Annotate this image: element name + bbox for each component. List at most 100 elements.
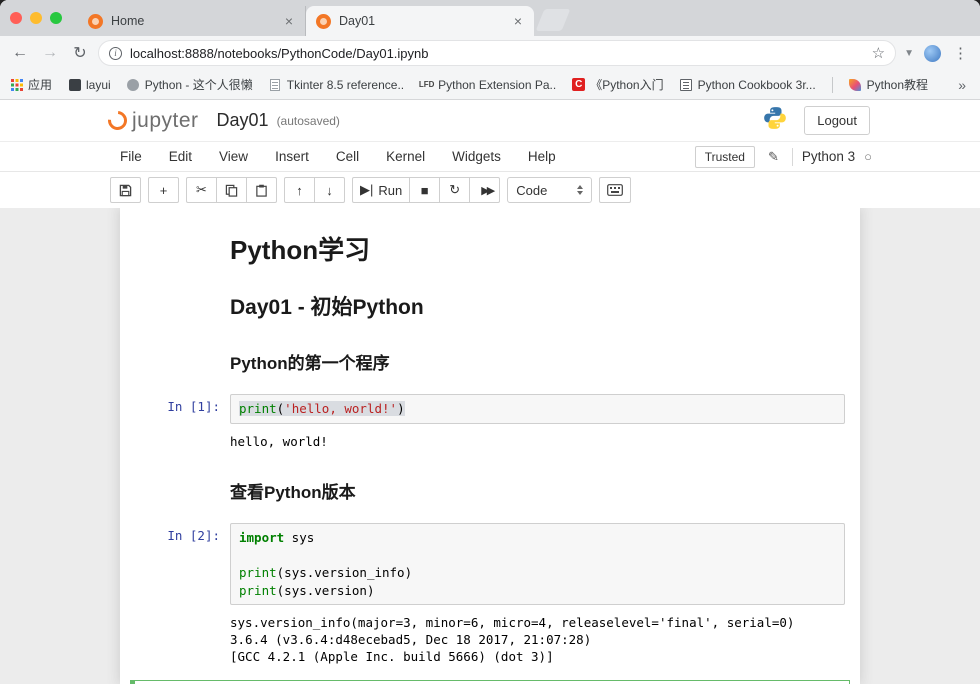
menu-help[interactable]: Help [528,149,556,164]
trusted-badge[interactable]: Trusted [695,146,755,168]
jupyter-favicon [88,14,103,29]
browser-tab-day01[interactable]: Day01 × [306,6,534,36]
run-icon: ▶| [360,182,373,198]
feather-icon [849,78,862,91]
bookmark-label: layui [86,78,111,92]
clipboard-group: ✂ [186,177,277,203]
select-arrows-icon [577,185,583,195]
apps-grid-icon [10,78,23,91]
add-cell-button[interactable]: + [148,177,179,203]
interrupt-kernel-button[interactable]: ■ [409,177,440,203]
command-palette-button[interactable] [599,177,631,203]
site-icon [127,78,140,91]
back-icon[interactable]: ← [8,41,32,65]
bookmark-layui[interactable]: layui [68,78,111,92]
selected-empty-cell[interactable]: In [ ]: [130,680,850,684]
bookmark-tutorial[interactable]: Python教程 [849,76,928,93]
jupyter-logo[interactable]: jupyter [108,109,199,133]
close-tab-icon[interactable]: × [283,13,295,29]
menu-cell[interactable]: Cell [336,149,359,164]
restart-run-all-button[interactable]: ▶▶ [469,177,500,203]
notebook-title[interactable]: Day01 [217,110,269,131]
bookmark-tkinter[interactable]: Tkinter 8.5 reference.. [269,78,404,92]
zoom-window-button[interactable] [50,12,62,24]
move-cell-down-button[interactable]: ↓ [314,177,345,203]
restart-kernel-button[interactable]: ↻ [439,177,470,203]
bookmarks-overflow-icon[interactable]: » [954,77,970,93]
code-cell-2: In [2]: import sys print(sys.version_inf… [120,523,860,605]
bookmark-label: 《Python入门 [590,76,663,93]
copy-cell-button[interactable] [216,177,247,203]
cut-cell-button[interactable]: ✂ [186,177,217,203]
run-label: Run [378,183,402,198]
notebook-toolbar: + ✂ ↑ ↓ ▶| Run ■ ↻ ▶▶ Code [0,172,980,208]
edit-mode-pencil-icon[interactable]: ✎ [764,148,783,166]
tab-title: Home [111,14,283,28]
address-bar[interactable]: i localhost:8888/notebooks/PythonCode/Da… [98,40,896,66]
output-text: sys.version_info(major=3, minor=6, micro… [230,611,845,666]
kernel-name: Python 3 [802,149,855,164]
jupyter-logo-text: jupyter [132,109,199,133]
copy-icon [225,184,238,197]
run-group: ▶| Run ■ ↻ ▶▶ [352,177,500,203]
bookmark-label: Python Extension Pa.. [438,78,556,92]
menu-view[interactable]: View [219,149,248,164]
markdown-heading-1: Python学习 [230,230,845,267]
browser-tab-home[interactable]: Home × [78,6,306,36]
bookmark-label: Python - 这个人很懒 [145,76,253,93]
logout-button[interactable]: Logout [804,106,870,135]
notebook-area: Python学习 Day01 - 初始Python Python的第一个程序 I… [0,208,980,684]
close-tab-icon[interactable]: × [512,13,524,29]
layui-icon [68,78,81,91]
notebook-menubar: File Edit View Insert Cell Kernel Widget… [0,142,980,172]
code-input[interactable]: import sys print(sys.version_info) print… [230,523,845,605]
bookmark-star-icon[interactable]: ☆ [872,44,885,62]
run-button[interactable]: ▶| Run [352,177,410,203]
downloads-triangle-icon[interactable]: ▼ [902,48,916,59]
menu-widgets[interactable]: Widgets [452,149,501,164]
bookmarks-bar: 应用 layui Python - 这个人很懒 Tkinter 8.5 refe… [0,70,980,100]
code-input[interactable]: print('hello, world!') [230,394,845,424]
bookmarks-divider [832,77,833,93]
keyboard-icon [607,184,623,196]
tab-title: Day01 [339,14,512,28]
paste-cell-button[interactable] [246,177,277,203]
minimize-window-button[interactable] [30,12,42,24]
input-prompt: In [2]: [135,523,230,605]
paste-icon [255,184,268,197]
url-text: localhost:8888/notebooks/PythonCode/Day0… [130,46,864,61]
notebook-page: Python学习 Day01 - 初始Python Python的第一个程序 I… [120,208,860,684]
bookmark-label: Python Cookbook 3r... [698,78,816,92]
bookmark-label: Python教程 [867,76,928,93]
save-button[interactable] [110,177,141,203]
cell-type-select[interactable]: Code [507,177,592,203]
menu-file[interactable]: File [120,149,142,164]
bookmark-apps[interactable]: 应用 [10,76,52,93]
bookmark-python-blog[interactable]: Python - 这个人很懒 [127,76,253,93]
output-prompt [135,611,230,666]
reload-icon[interactable]: ↻ [68,41,92,65]
menu-edit[interactable]: Edit [169,149,192,164]
save-icon [119,184,132,197]
new-tab-button[interactable] [536,9,571,31]
page-info-icon[interactable]: i [109,47,122,60]
bookmark-cookbook[interactable]: Python Cookbook 3r... [680,78,816,92]
bookmark-csdn[interactable]: C 《Python入门 [572,76,663,93]
move-cell-up-button[interactable]: ↑ [284,177,315,203]
menu-insert[interactable]: Insert [275,149,309,164]
tab-strip: Home × Day01 × [0,0,980,36]
bookmark-label: 应用 [28,76,52,93]
book-icon [680,78,693,91]
move-group: ↑ ↓ [284,177,345,203]
extension-globe-icon[interactable] [924,45,941,62]
close-window-button[interactable] [10,12,22,24]
python-logo-icon [762,105,788,136]
lfd-icon: LFD [420,78,433,91]
bookmark-lfd[interactable]: LFD Python Extension Pa.. [420,78,556,92]
markdown-heading-3: Python的第一个程序 [230,349,845,374]
page-icon [269,78,282,91]
forward-icon[interactable]: → [38,41,62,65]
browser-menu-icon[interactable]: ⋮ [949,44,972,62]
menu-kernel[interactable]: Kernel [386,149,425,164]
cell-type-value: Code [516,183,547,198]
